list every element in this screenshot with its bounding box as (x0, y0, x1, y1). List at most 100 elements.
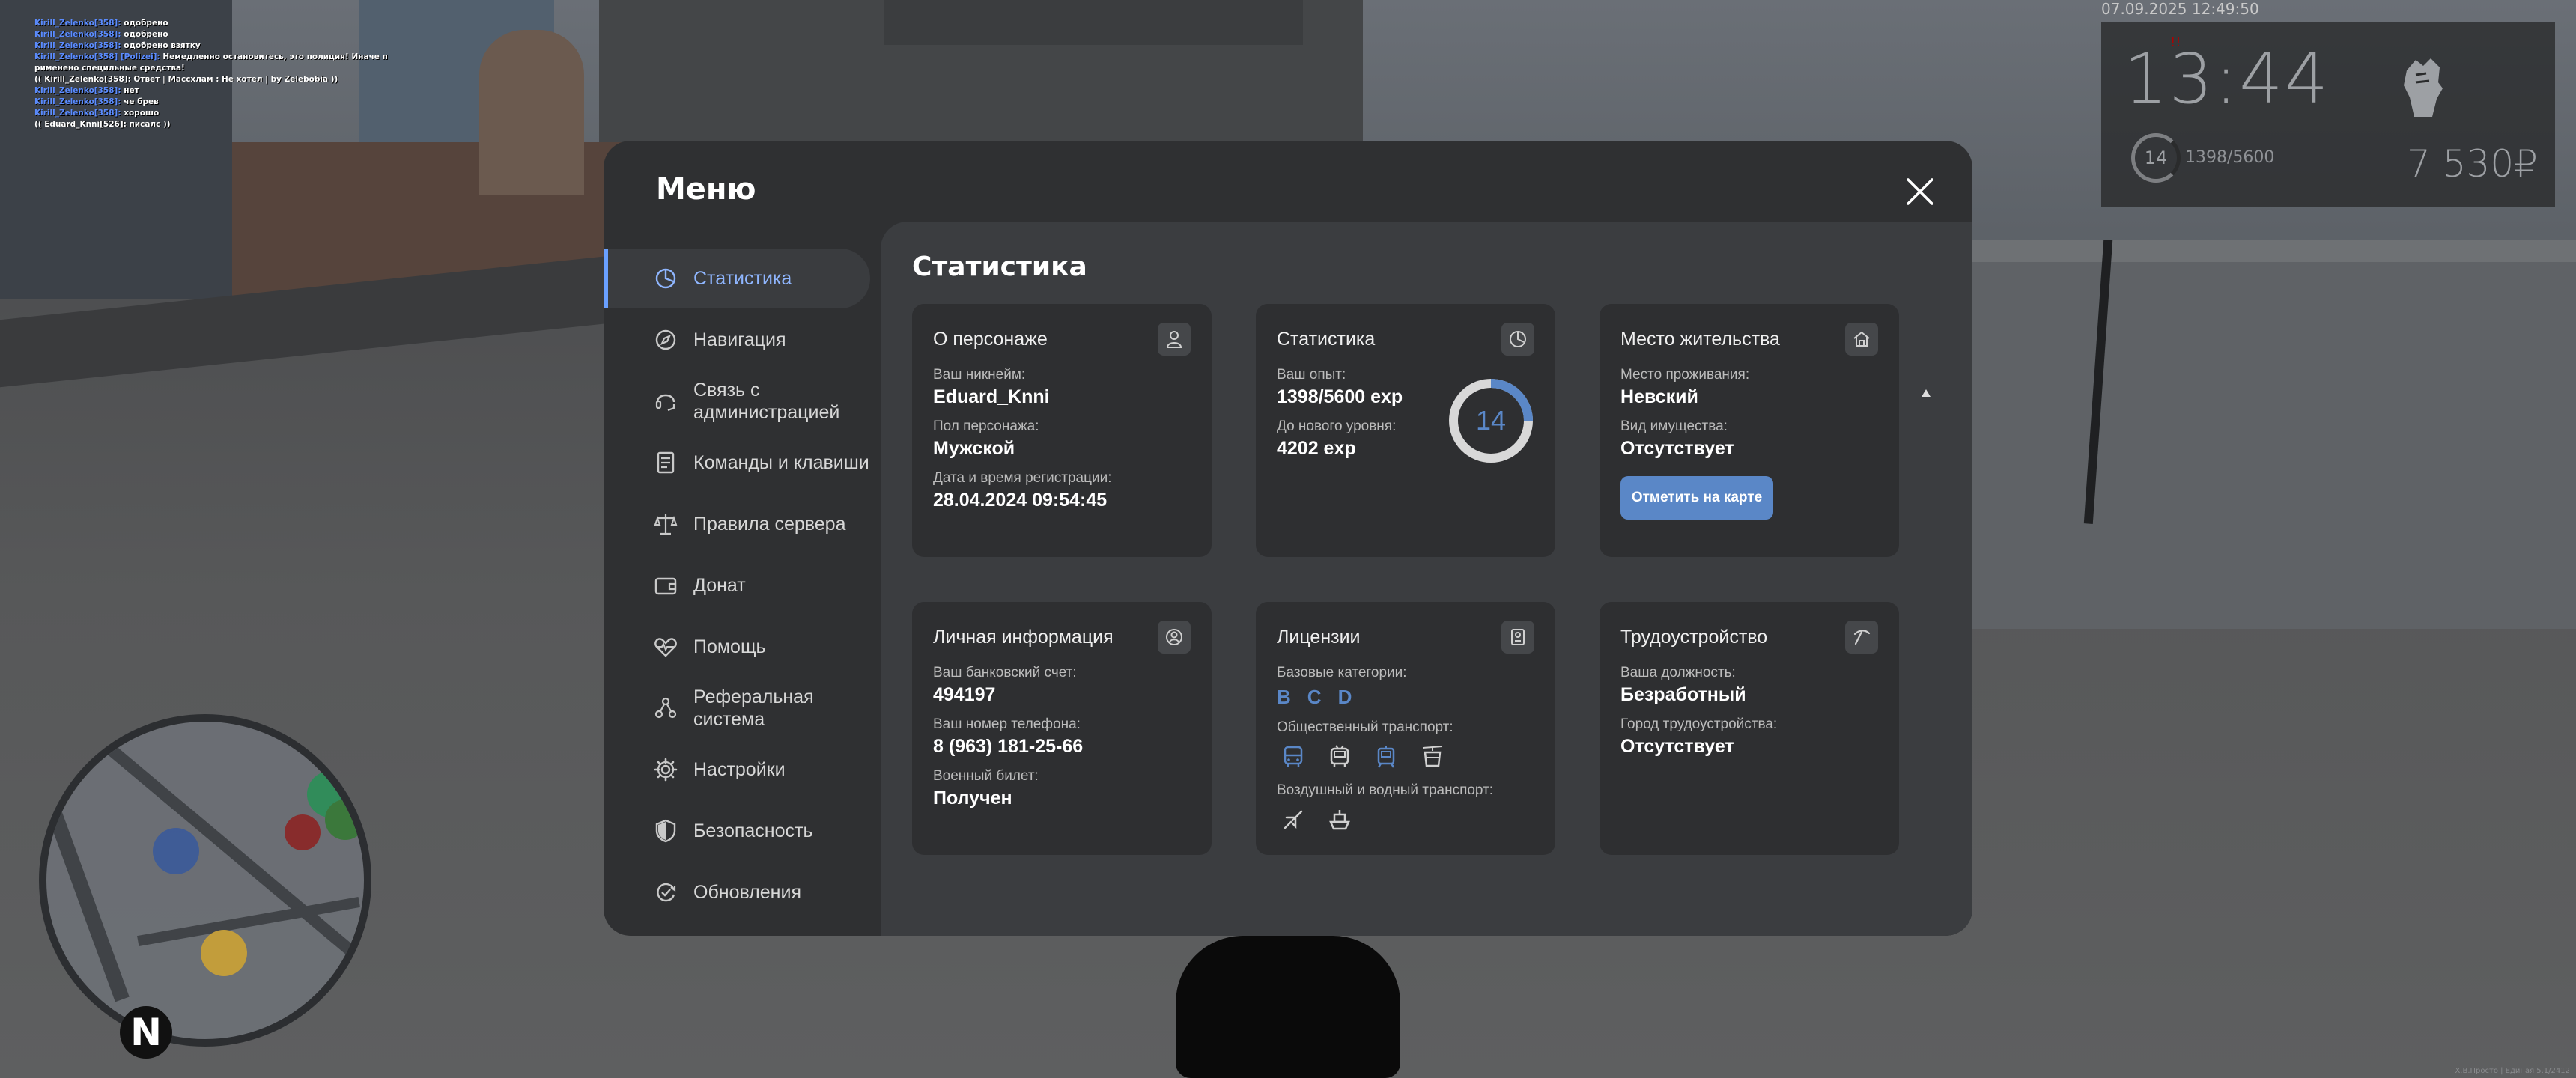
sidebar-item-label: Безопасность (693, 820, 813, 841)
map-marker-icon (153, 828, 199, 874)
sidebar-item-label: Обновления (693, 882, 801, 903)
gender-label: Пол персонажа: (933, 418, 1039, 434)
sidebar-item-3[interactable]: Связь с администрацией (604, 371, 870, 431)
church-dome (479, 30, 584, 195)
chat-text: (( Kirill_Zelenko[358]: Ответ | Массхлам… (34, 75, 338, 84)
hud-clock: 13:44 (2124, 39, 2330, 119)
chat-line: (( Eduard_Knni[526]: писалс )) (34, 119, 424, 130)
registration-value: 28.04.2024 09:54:45 (933, 490, 1108, 511)
chat-log: Kirill_Zelenko[358]: одобрено Kirill_Zele… (34, 18, 424, 130)
level-ring: 14 (1446, 376, 1536, 466)
map-marker-icon (285, 814, 321, 850)
plane-icon (1277, 805, 1310, 835)
card-title: Личная информация (933, 626, 1114, 648)
chat-text: хорошо (124, 109, 160, 118)
position-label: Ваша должность: (1620, 665, 1736, 680)
sidebar-item-8[interactable]: Реферальная система (604, 678, 870, 738)
sidebar-item-11[interactable]: Обновления (604, 862, 870, 922)
hud: 07.09.2025 12:49:50 !! 13:44 14 1398/560… (2101, 0, 2555, 207)
license-category: D (1337, 686, 1352, 708)
job-city-value: Отсутствует (1620, 736, 1734, 757)
nickname-value: Eduard_Knni (933, 386, 1050, 407)
chat-line: Kirill_Zelenko[358]: нет (34, 85, 424, 97)
card-title: Лицензии (1277, 626, 1361, 648)
gear-icon (653, 757, 678, 782)
job-card: Трудоустройство Ваша должность: Безработ… (1600, 602, 1899, 855)
house-icon (1845, 323, 1878, 356)
chat-line: Kirill_Zelenko[358]: одобрено взятку (34, 40, 424, 52)
wallet-icon (653, 573, 678, 598)
stats-title: Статистика (912, 252, 1087, 282)
hud-level: 14 (2131, 133, 2181, 183)
chat-text: одобрено взятку (124, 41, 201, 50)
chat-sender: Kirill_Zelenko[358]: (34, 30, 121, 39)
position-value: Безработный (1620, 684, 1746, 705)
license-category: B (1277, 686, 1291, 708)
level-number: 14 (1476, 405, 1506, 436)
chat-line: рименено специльные средства! (34, 63, 424, 74)
chat-line: (( Kirill_Zelenko[358]: Ответ | Массхлам… (34, 74, 424, 85)
map-marker-icon (325, 800, 364, 840)
scales-icon (653, 511, 678, 537)
chat-line: Kirill_Zelenko[358]: одобрено (34, 29, 424, 40)
chat-line: Kirill_Zelenko[358]: хорошо (34, 108, 424, 119)
mouse-cursor (1922, 389, 1931, 397)
building (884, 0, 1303, 45)
cable-car-icon (1416, 742, 1449, 772)
chat-text: одобрено (124, 19, 168, 28)
base-categories-label: Базовые категории: (1277, 665, 1407, 680)
progress-card: Статистика Ваш опыт: 1398/5600 exp До но… (1256, 304, 1555, 557)
network-icon (653, 695, 678, 721)
hud-exp: 1398/5600 (2185, 148, 2275, 167)
residence-value: Невский (1620, 386, 1698, 407)
chat-text: че брев (124, 97, 159, 106)
sidebar-item-5[interactable]: Правила сервера (604, 494, 870, 554)
trolleybus-icon (1323, 742, 1356, 772)
card-title: Место жительства (1620, 328, 1780, 350)
bus-icon (1277, 742, 1310, 772)
menu-sidebar: Статистика Навигация Связь с администрацие… (604, 249, 870, 924)
sidebar-item-7[interactable]: Помощь (604, 617, 870, 677)
id-card-icon (1501, 621, 1534, 654)
residence-card: Место жительства Место проживания: Невск… (1600, 304, 1899, 557)
property-value: Отсутствует (1620, 438, 1734, 459)
bank-value: 494197 (933, 684, 996, 705)
pickaxe-icon (1845, 621, 1878, 654)
sidebar-item-9[interactable]: Настройки (604, 740, 870, 800)
chat-text: одобрено (124, 30, 168, 39)
close-button[interactable] (1898, 169, 1942, 214)
sidebar-item-10[interactable]: Безопасность (604, 801, 870, 861)
card-title: О персонаже (933, 328, 1048, 350)
sidebar-item-6[interactable]: Донат (604, 555, 870, 615)
residence-label: Место проживания: (1620, 367, 1750, 383)
sidebar-item-label: Донат (693, 575, 746, 596)
sidebar-item-label: Помощь (693, 636, 766, 657)
chat-text: Немедленно остановитесь, это полиция! Ин… (162, 52, 388, 61)
fence (1962, 240, 2576, 629)
sidebar-item-2[interactable]: Навигация (604, 310, 870, 370)
compass-icon (653, 327, 678, 353)
chat-text: (( Eduard_Knni[526]: писалс )) (34, 120, 171, 129)
sidebar-item-label: Команды и клавиши (693, 452, 869, 473)
heart-pulse-icon (653, 634, 678, 660)
chat-sender: Kirill_Zelenko[358]: (34, 97, 121, 106)
sidebar-item-label: Настройки (693, 759, 786, 780)
minimap (39, 714, 371, 1047)
registration-label: Дата и время регистрации: (933, 470, 1112, 486)
base-categories: BCD (1277, 686, 1534, 709)
job-city-label: Город трудоустройства: (1620, 716, 1778, 732)
user-icon (1158, 323, 1191, 356)
sidebar-item-4[interactable]: Команды и клавиши (604, 433, 870, 493)
sidebar-item-1[interactable]: Статистика (604, 249, 870, 308)
mark-on-map-button[interactable]: Отметить на карте (1620, 476, 1773, 520)
bank-label: Ваш банковский счет: (933, 665, 1077, 680)
boat-icon (1323, 805, 1356, 835)
pie-chart-icon (653, 266, 678, 291)
gender-value: Мужской (933, 438, 1015, 459)
chat-line: Kirill_Zelenko[358] [Polizei]: Немедленн… (34, 52, 424, 63)
shield-icon (653, 818, 678, 844)
military-value: Получен (933, 788, 1012, 808)
card-title: Статистика (1277, 328, 1376, 350)
chat-text: нет (124, 86, 139, 95)
sidebar-item-label: Статистика (693, 268, 792, 289)
